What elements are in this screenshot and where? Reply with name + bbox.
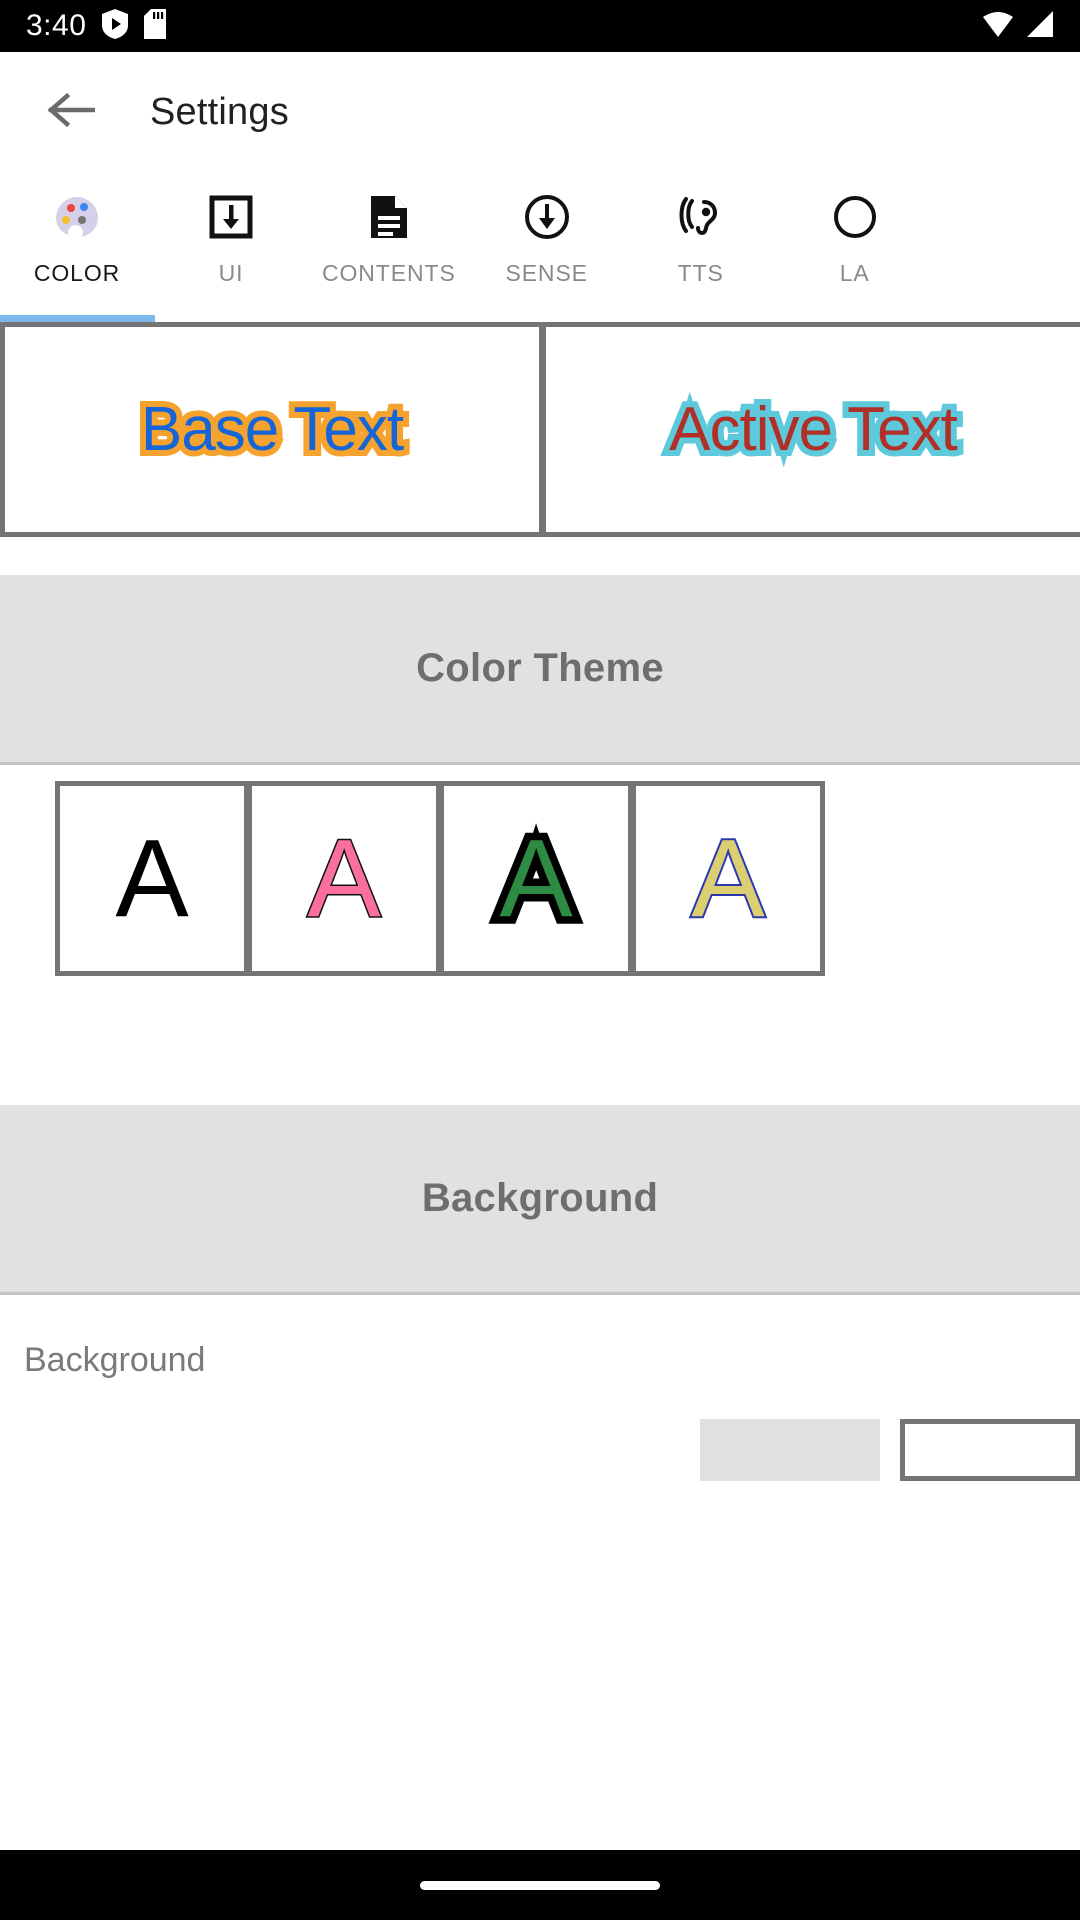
color-theme-section-header: Color Theme: [0, 575, 1080, 765]
tab-label-sense: SENSE: [505, 260, 588, 286]
status-bar: 3:40: [0, 0, 1080, 52]
download-box-icon: [209, 194, 253, 240]
palette-icon: [56, 194, 98, 240]
background-header-label: Background: [421, 1176, 659, 1220]
background-row-label: Background: [24, 1341, 206, 1379]
spacer-after-preview: [0, 537, 1080, 575]
background-swatch-grey[interactable]: [700, 1419, 880, 1481]
status-clock: 3:40: [26, 9, 87, 42]
back-arrow-icon: [47, 90, 96, 135]
back-button[interactable]: [34, 75, 108, 149]
settings-tab-strip[interactable]: COLOR UI CONTENTS SENSE TTS LA: [0, 172, 1080, 322]
app-bar: Settings: [0, 52, 1080, 172]
tab-tts[interactable]: TTS: [624, 172, 778, 287]
tab-label-contents: CONTENTS: [322, 260, 456, 286]
text-preview-row: Base Text Active Text: [0, 322, 1080, 537]
color-theme-swatch-area: A A A A: [0, 765, 1080, 1105]
gesture-home-handle[interactable]: [420, 1880, 660, 1890]
tab-active-indicator: [0, 315, 155, 322]
status-bar-left: 3:40: [26, 8, 167, 44]
color-theme-header-label: Color Theme: [416, 646, 664, 690]
cellular-signal-icon: [1024, 10, 1054, 43]
play-shield-icon: [102, 8, 129, 44]
tab-label-ui: UI: [218, 260, 244, 286]
base-text-sample: Base Text: [135, 389, 410, 470]
base-text-preview[interactable]: Base Text: [5, 327, 539, 532]
tab-language[interactable]: LA: [778, 172, 932, 287]
status-bar-right: [982, 10, 1054, 43]
page-title: Settings: [150, 90, 289, 133]
theme-swatch-3[interactable]: A: [444, 786, 628, 971]
tab-ui[interactable]: UI: [154, 172, 308, 287]
wifi-icon: [982, 10, 1014, 43]
theme-swatch-2[interactable]: A: [252, 786, 436, 971]
background-swatch-group[interactable]: [700, 1419, 1080, 1481]
theme-swatch-1[interactable]: A: [60, 786, 244, 971]
sd-card-icon: [144, 8, 167, 44]
circle-arrow-down-icon: [524, 194, 570, 240]
hearing-ear-icon: [678, 194, 724, 240]
active-text-sample: Active Text: [663, 389, 964, 470]
theme-swatch-glyph-4: A: [689, 816, 766, 940]
language-icon: [833, 194, 877, 240]
theme-swatch-glyph-1: A: [115, 816, 189, 940]
theme-swatch-glyph-2: A: [306, 816, 382, 940]
background-setting-row[interactable]: Background: [0, 1295, 1080, 1481]
theme-swatch-glyph-3: A: [492, 816, 580, 941]
tab-sense[interactable]: SENSE: [470, 172, 624, 287]
tab-contents[interactable]: CONTENTS: [308, 172, 470, 287]
document-icon: [369, 194, 409, 240]
tab-label-tts: TTS: [677, 260, 724, 286]
active-text-preview[interactable]: Active Text: [546, 327, 1080, 532]
system-navigation-bar: [0, 1850, 1080, 1920]
background-swatch-white[interactable]: [900, 1419, 1080, 1481]
color-theme-swatch-row[interactable]: A A A A: [55, 781, 825, 976]
background-section-header: Background: [0, 1105, 1080, 1295]
theme-swatch-4[interactable]: A: [636, 786, 820, 971]
tab-color[interactable]: COLOR: [0, 172, 154, 287]
tab-label-color: COLOR: [33, 260, 121, 286]
tab-label-language: LA: [839, 260, 870, 286]
